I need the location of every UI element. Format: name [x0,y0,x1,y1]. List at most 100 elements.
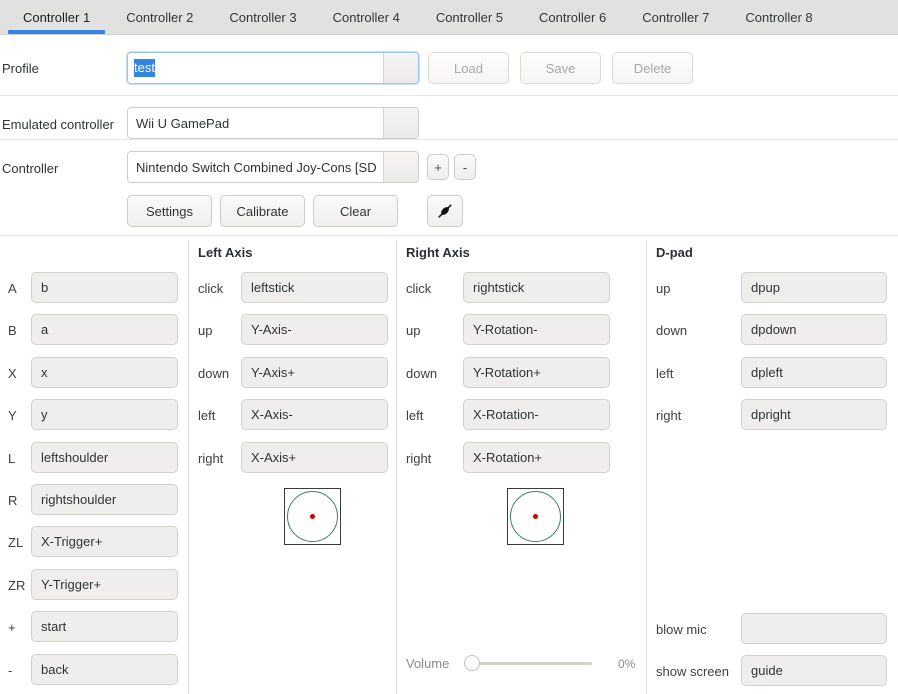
controller-add-button[interactable]: + [427,154,449,180]
right-axis-map-field-1[interactable]: Y-Rotation- [463,314,610,345]
emulated-controller-label: Emulated controller [2,117,114,132]
left-stick-visualizer [284,488,341,545]
dpad-map-label-0: up [656,281,670,296]
right-axis-map-label-4: right [406,451,431,466]
button-map-label-0: A [8,281,17,296]
left-axis-map-field-3[interactable]: X-Axis- [241,399,388,430]
profile-save-button[interactable]: Save [520,52,601,84]
button-map-field-7[interactable]: Y-Trigger+ [31,569,178,600]
button-map-field-6[interactable]: X-Trigger+ [31,526,178,557]
emulated-controller-chevron-down-icon[interactable] [383,108,418,138]
button-map-field-5[interactable]: rightshoulder [31,484,178,515]
dpad-map-field-1[interactable]: dpdown [741,314,887,345]
right-axis-map-field-3[interactable]: X-Rotation- [463,399,610,430]
profile-entry-selected-text: test [134,59,155,77]
button-map-label-7: ZR [8,578,25,593]
show-screen-field[interactable]: guide [741,655,887,686]
right-stick-visualizer [507,488,564,545]
right-axis-map-field-0[interactable]: rightstick [463,272,610,303]
tab-label: Controller 4 [333,10,400,25]
left-axis-map-label-1: up [198,323,212,338]
left-axis-map-label-2: down [198,366,229,381]
mapping-panel: AbBaXxYyLleftshoulderRrightshoulderZLX-T… [0,236,898,694]
calibrate-button[interactable]: Calibrate [220,195,305,227]
blow-mic-field[interactable] [741,613,887,644]
left-axis-map-field-4[interactable]: X-Axis+ [241,442,388,473]
profile-delete-button[interactable]: Delete [612,52,693,84]
controller-remove-button[interactable]: - [454,154,476,180]
volume-slider[interactable] [464,655,592,671]
dpad-title: D-pad [656,245,693,260]
profile-entry[interactable]: test [127,52,419,84]
tab-controller-8[interactable]: Controller 8 [727,0,830,34]
volume-slider-track[interactable] [464,662,592,665]
button-map-label-4: L [8,451,15,466]
tab-label: Controller 7 [642,10,709,25]
dpad-map-field-3[interactable]: dpright [741,399,887,430]
left-axis-title: Left Axis [198,245,252,260]
button-map-field-4[interactable]: leftshoulder [31,442,178,473]
button-map-label-8: + [8,620,16,635]
tab-controller-2[interactable]: Controller 2 [108,0,211,34]
tab-controller-3[interactable]: Controller 3 [211,0,314,34]
controller-add-label: + [434,161,442,174]
separator-rightaxis-dpad [646,240,647,694]
tab-controller-5[interactable]: Controller 5 [418,0,521,34]
controller-value: Nintendo Switch Combined Joy-Cons [SD [128,152,383,182]
left-stick-position-dot [310,514,315,519]
tab-label: Controller 1 [23,10,90,25]
tab-controller-1[interactable]: Controller 1 [5,0,108,34]
controller-label: Controller [2,161,58,176]
right-axis-map-label-1: up [406,323,420,338]
button-map-label-2: X [8,366,17,381]
show-screen-label: show screen [656,664,729,679]
profile-dropdown-arrow-icon[interactable] [383,53,418,83]
right-axis-title: Right Axis [406,245,470,260]
button-map-field-2[interactable]: x [31,357,178,388]
button-map-field-8[interactable]: start [31,611,178,642]
separator-buttons-leftaxis [188,240,189,694]
button-map-field-1[interactable]: a [31,314,178,345]
button-map-label-1: B [8,323,17,338]
tab-controller-4[interactable]: Controller 4 [315,0,418,34]
separator-emulated-controller [0,139,898,140]
controller-chevron-down-icon[interactable] [383,152,418,182]
tab-label: Controller 6 [539,10,606,25]
connector-icon [436,202,454,220]
clear-button[interactable]: Clear [313,195,398,227]
tab-label: Controller 5 [436,10,503,25]
left-axis-map-field-1[interactable]: Y-Axis- [241,314,388,345]
right-axis-map-field-2[interactable]: Y-Rotation+ [463,357,610,388]
left-axis-map-label-3: left [198,408,215,423]
button-map-field-3[interactable]: y [31,399,178,430]
emulated-controller-combo[interactable]: Wii U GamePad [127,107,419,139]
dpad-map-label-1: down [656,323,687,338]
settings-button[interactable]: Settings [127,195,212,227]
button-map-field-0[interactable]: b [31,272,178,303]
profile-load-button[interactable]: Load [428,52,509,84]
dpad-map-label-3: right [656,408,681,423]
controller-combo[interactable]: Nintendo Switch Combined Joy-Cons [SD [127,151,419,183]
emulated-controller-value: Wii U GamePad [128,108,383,138]
right-axis-map-label-3: left [406,408,423,423]
left-axis-map-field-0[interactable]: leftstick [241,272,388,303]
tab-label: Controller 8 [745,10,812,25]
profile-entry-value[interactable]: test [128,53,383,83]
controller-remove-label: - [463,161,467,174]
button-map-label-3: Y [8,408,17,423]
volume-label: Volume [406,656,449,671]
dpad-map-field-2[interactable]: dpleft [741,357,887,388]
tab-controller-7[interactable]: Controller 7 [624,0,727,34]
tab-controller-6[interactable]: Controller 6 [521,0,624,34]
button-map-field-9[interactable]: back [31,654,178,685]
tab-label: Controller 2 [126,10,193,25]
dpad-map-field-0[interactable]: dpup [741,272,887,303]
tab-label: Controller 3 [229,10,296,25]
right-axis-map-label-0: click [406,281,431,296]
button-map-label-6: ZL [8,535,23,550]
volume-slider-thumb[interactable] [464,655,480,671]
left-axis-map-field-2[interactable]: Y-Axis+ [241,357,388,388]
right-stick-position-dot [533,514,538,519]
connector-button[interactable] [427,195,463,227]
right-axis-map-field-4[interactable]: X-Rotation+ [463,442,610,473]
